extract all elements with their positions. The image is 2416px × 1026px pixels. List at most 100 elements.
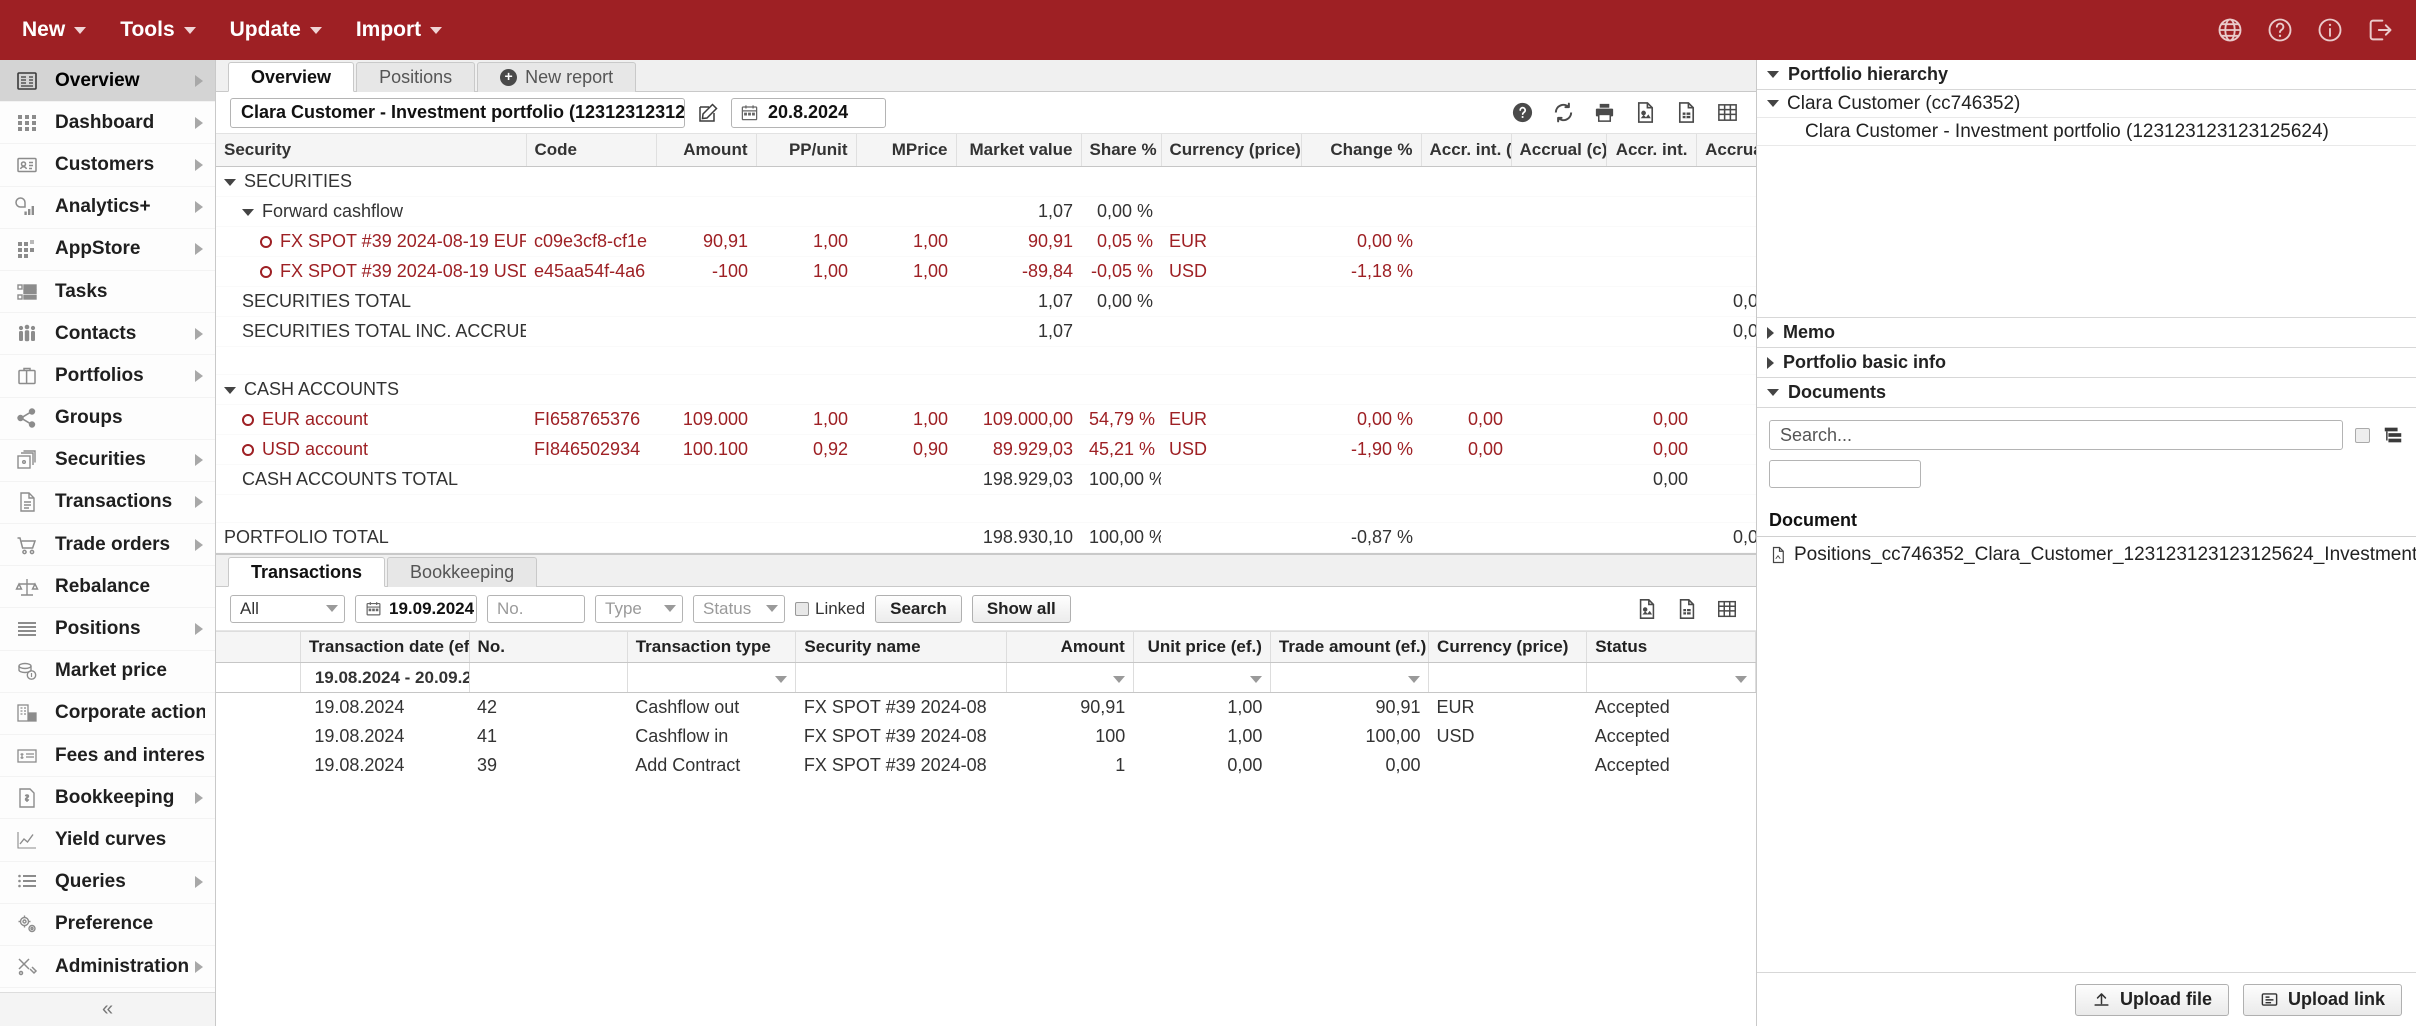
tx-col-no[interactable]: No. bbox=[469, 631, 628, 663]
section-portfolio-basic-info[interactable]: Portfolio basic info bbox=[1757, 348, 2416, 378]
sidebar-item-corporate-action[interactable]: Corporate action bbox=[0, 693, 215, 735]
positions-row[interactable] bbox=[216, 494, 1756, 523]
tx-col-amount[interactable]: Amount bbox=[1006, 631, 1134, 663]
linked-checkbox[interactable]: Linked bbox=[795, 599, 865, 619]
sidebar-item-contacts[interactable]: Contacts bbox=[0, 313, 215, 356]
col-security[interactable]: Security bbox=[216, 134, 527, 167]
sidebar-item-transactions[interactable]: Transactions bbox=[0, 482, 215, 525]
menu-import[interactable]: Import bbox=[356, 18, 443, 42]
col-accr-int-c[interactable]: Accr. int. (c) bbox=[1421, 134, 1512, 167]
sidebar-collapse-toggle[interactable]: « bbox=[0, 992, 215, 1026]
col-accrual-c[interactable]: Accrual (c) bbox=[1511, 134, 1607, 167]
col-market-value[interactable]: Market value bbox=[956, 134, 1082, 167]
transactions-date-field[interactable]: 19.09.2024 bbox=[355, 594, 477, 623]
menu-update[interactable]: Update bbox=[230, 18, 322, 42]
col-amount[interactable]: Amount bbox=[656, 134, 757, 167]
valuation-date-field[interactable]: 20.8.2024 bbox=[731, 97, 886, 128]
tx-col-currency[interactable]: Currency (price) bbox=[1428, 631, 1588, 663]
triangle-down-icon[interactable] bbox=[224, 178, 236, 186]
info-icon[interactable] bbox=[2316, 16, 2344, 44]
sidebar-item-rebalance[interactable]: Rebalance bbox=[0, 566, 215, 609]
positions-row[interactable]: USD account FI846502934 100.100 0,92 0,90 89.… bbox=[216, 434, 1756, 465]
transaction-type-select[interactable]: Type bbox=[595, 594, 683, 623]
table-settings-icon[interactable] bbox=[1714, 596, 1740, 622]
print-icon[interactable] bbox=[1591, 100, 1617, 126]
menu-tools[interactable]: Tools bbox=[120, 18, 196, 42]
positions-row[interactable] bbox=[216, 346, 1756, 375]
col-accrual[interactable]: Accrual bbox=[1696, 134, 1756, 167]
col-currency-price[interactable]: Currency (price) bbox=[1161, 134, 1302, 167]
upload-link-button[interactable]: Upload link bbox=[2242, 983, 2402, 1016]
scope-select[interactable]: All bbox=[230, 594, 345, 623]
sidebar-item-appstore[interactable]: AppStore bbox=[0, 229, 215, 271]
documents-search-input[interactable]: Search... bbox=[1769, 420, 2343, 450]
filter-currency[interactable] bbox=[1428, 662, 1588, 693]
table-settings-icon[interactable] bbox=[1714, 100, 1740, 126]
tab-new-report[interactable]: + New report bbox=[477, 62, 637, 92]
sidebar-item-overview[interactable]: Overview bbox=[0, 60, 215, 103]
tx-col-trade-amount[interactable]: Trade amount (ef.) bbox=[1270, 631, 1430, 663]
transaction-row[interactable]: 19.08.2024 42 Cashflow out FX SPOT #39 2024… bbox=[216, 693, 1756, 723]
help-circle-icon[interactable] bbox=[1509, 100, 1535, 126]
col-code[interactable]: Code bbox=[526, 134, 657, 167]
col-accr-int[interactable]: Accr. int. bbox=[1606, 134, 1697, 167]
sidebar-item-portfolios[interactable]: Portfolios bbox=[0, 355, 215, 398]
hierarchy-node-customer[interactable]: Clara Customer (cc746352) bbox=[1757, 90, 2416, 118]
filter-no[interactable] bbox=[469, 662, 628, 693]
positions-row[interactable]: SECURITIES TOTAL INC. ACCRUED IN 1,07 0,00 bbox=[216, 316, 1756, 347]
portfolio-select[interactable]: Clara Customer - Investment portfolio (1… bbox=[230, 97, 685, 128]
export-image-icon[interactable] bbox=[1634, 596, 1660, 622]
section-memo[interactable]: Memo bbox=[1757, 318, 2416, 348]
tx-col-status[interactable]: Status bbox=[1586, 631, 1756, 663]
sidebar-item-tasks[interactable]: Tasks bbox=[0, 271, 215, 314]
positions-row[interactable]: PORTFOLIO TOTAL 198.930,10 100,00 % -0,87 %… bbox=[216, 522, 1756, 553]
document-row[interactable]: Positions_cc746352_Clara_Customer_123123… bbox=[1757, 537, 2416, 573]
sidebar-item-market-price[interactable]: Market price bbox=[0, 651, 215, 693]
positions-row[interactable]: FX SPOT #39 2024-08-19 EUR c09e3cf8-cf1e 9… bbox=[216, 226, 1756, 257]
positions-row[interactable]: CASH ACCOUNTS bbox=[216, 374, 1756, 405]
upload-file-button[interactable]: Upload file bbox=[2074, 983, 2229, 1016]
tx-col-date[interactable]: Transaction date (ef.) bbox=[300, 631, 470, 663]
section-documents[interactable]: Documents bbox=[1757, 378, 2416, 408]
filter-date-range[interactable]: 19.08.2024 - 20.09.2 bbox=[300, 662, 470, 693]
tx-col-type[interactable]: Transaction type bbox=[627, 631, 797, 663]
tab-overview[interactable]: Overview bbox=[228, 62, 355, 92]
tab-transactions[interactable]: Transactions bbox=[228, 557, 386, 587]
sidebar-item-trade-orders[interactable]: Trade orders bbox=[0, 524, 215, 567]
export-excel-icon[interactable] bbox=[1674, 596, 1700, 622]
section-portfolio-hierarchy[interactable]: Portfolio hierarchy bbox=[1757, 60, 2416, 90]
edit-pencil-icon[interactable] bbox=[695, 100, 721, 126]
tree-view-icon[interactable] bbox=[2382, 424, 2404, 446]
positions-row[interactable]: FX SPOT #39 2024-08-19 USD e45aa54f-4a6 -1… bbox=[216, 256, 1756, 287]
positions-row[interactable]: SECURITIES TOTAL 1,070,00 % 0,00 bbox=[216, 286, 1756, 317]
positions-row[interactable]: Forward cashflow 1,07 0,00 % bbox=[216, 196, 1756, 227]
transaction-no-input[interactable]: No. bbox=[487, 594, 585, 623]
positions-row[interactable]: EUR account FI658765376 109.000 1,00 1,00 109… bbox=[216, 404, 1756, 435]
transaction-status-select[interactable]: Status bbox=[693, 594, 785, 623]
triangle-down-icon[interactable] bbox=[242, 208, 254, 216]
tx-col-security-name[interactable]: Security name bbox=[795, 631, 1008, 663]
help-icon[interactable] bbox=[2266, 16, 2294, 44]
tx-col-unit-price[interactable]: Unit price (ef.) bbox=[1133, 631, 1271, 663]
sidebar-item-preference[interactable]: Preference bbox=[0, 904, 215, 946]
filter-security-name[interactable] bbox=[795, 662, 1008, 693]
sidebar-item-yield-curves[interactable]: Yield curves bbox=[0, 819, 215, 862]
menu-new[interactable]: New bbox=[22, 18, 87, 42]
sidebar-item-groups[interactable]: Groups bbox=[0, 398, 215, 440]
globe-icon[interactable] bbox=[2216, 16, 2244, 44]
filter-status[interactable] bbox=[1586, 662, 1756, 693]
documents-filter-input[interactable] bbox=[1769, 460, 1921, 488]
sidebar-item-customers[interactable]: Customers bbox=[0, 144, 215, 187]
export-excel-icon[interactable] bbox=[1673, 100, 1699, 126]
sidebar-item-positions[interactable]: Positions bbox=[0, 608, 215, 651]
sidebar-item-administration[interactable]: Administration bbox=[0, 946, 215, 989]
sidebar-item-fees-and-interests[interactable]: Fees and interests bbox=[0, 735, 215, 778]
tab-bookkeeping[interactable]: Bookkeeping bbox=[387, 557, 538, 587]
show-all-button[interactable]: Show all bbox=[971, 594, 1071, 623]
documents-checkbox[interactable] bbox=[2355, 427, 2370, 443]
transaction-row[interactable]: 19.08.2024 41 Cashflow in FX SPOT #39 2024-… bbox=[216, 722, 1756, 751]
logout-icon[interactable] bbox=[2366, 16, 2394, 44]
col-pp-unit[interactable]: PP/unit bbox=[756, 134, 857, 167]
refresh-icon[interactable] bbox=[1550, 100, 1576, 126]
tx-col-select[interactable] bbox=[216, 631, 301, 663]
